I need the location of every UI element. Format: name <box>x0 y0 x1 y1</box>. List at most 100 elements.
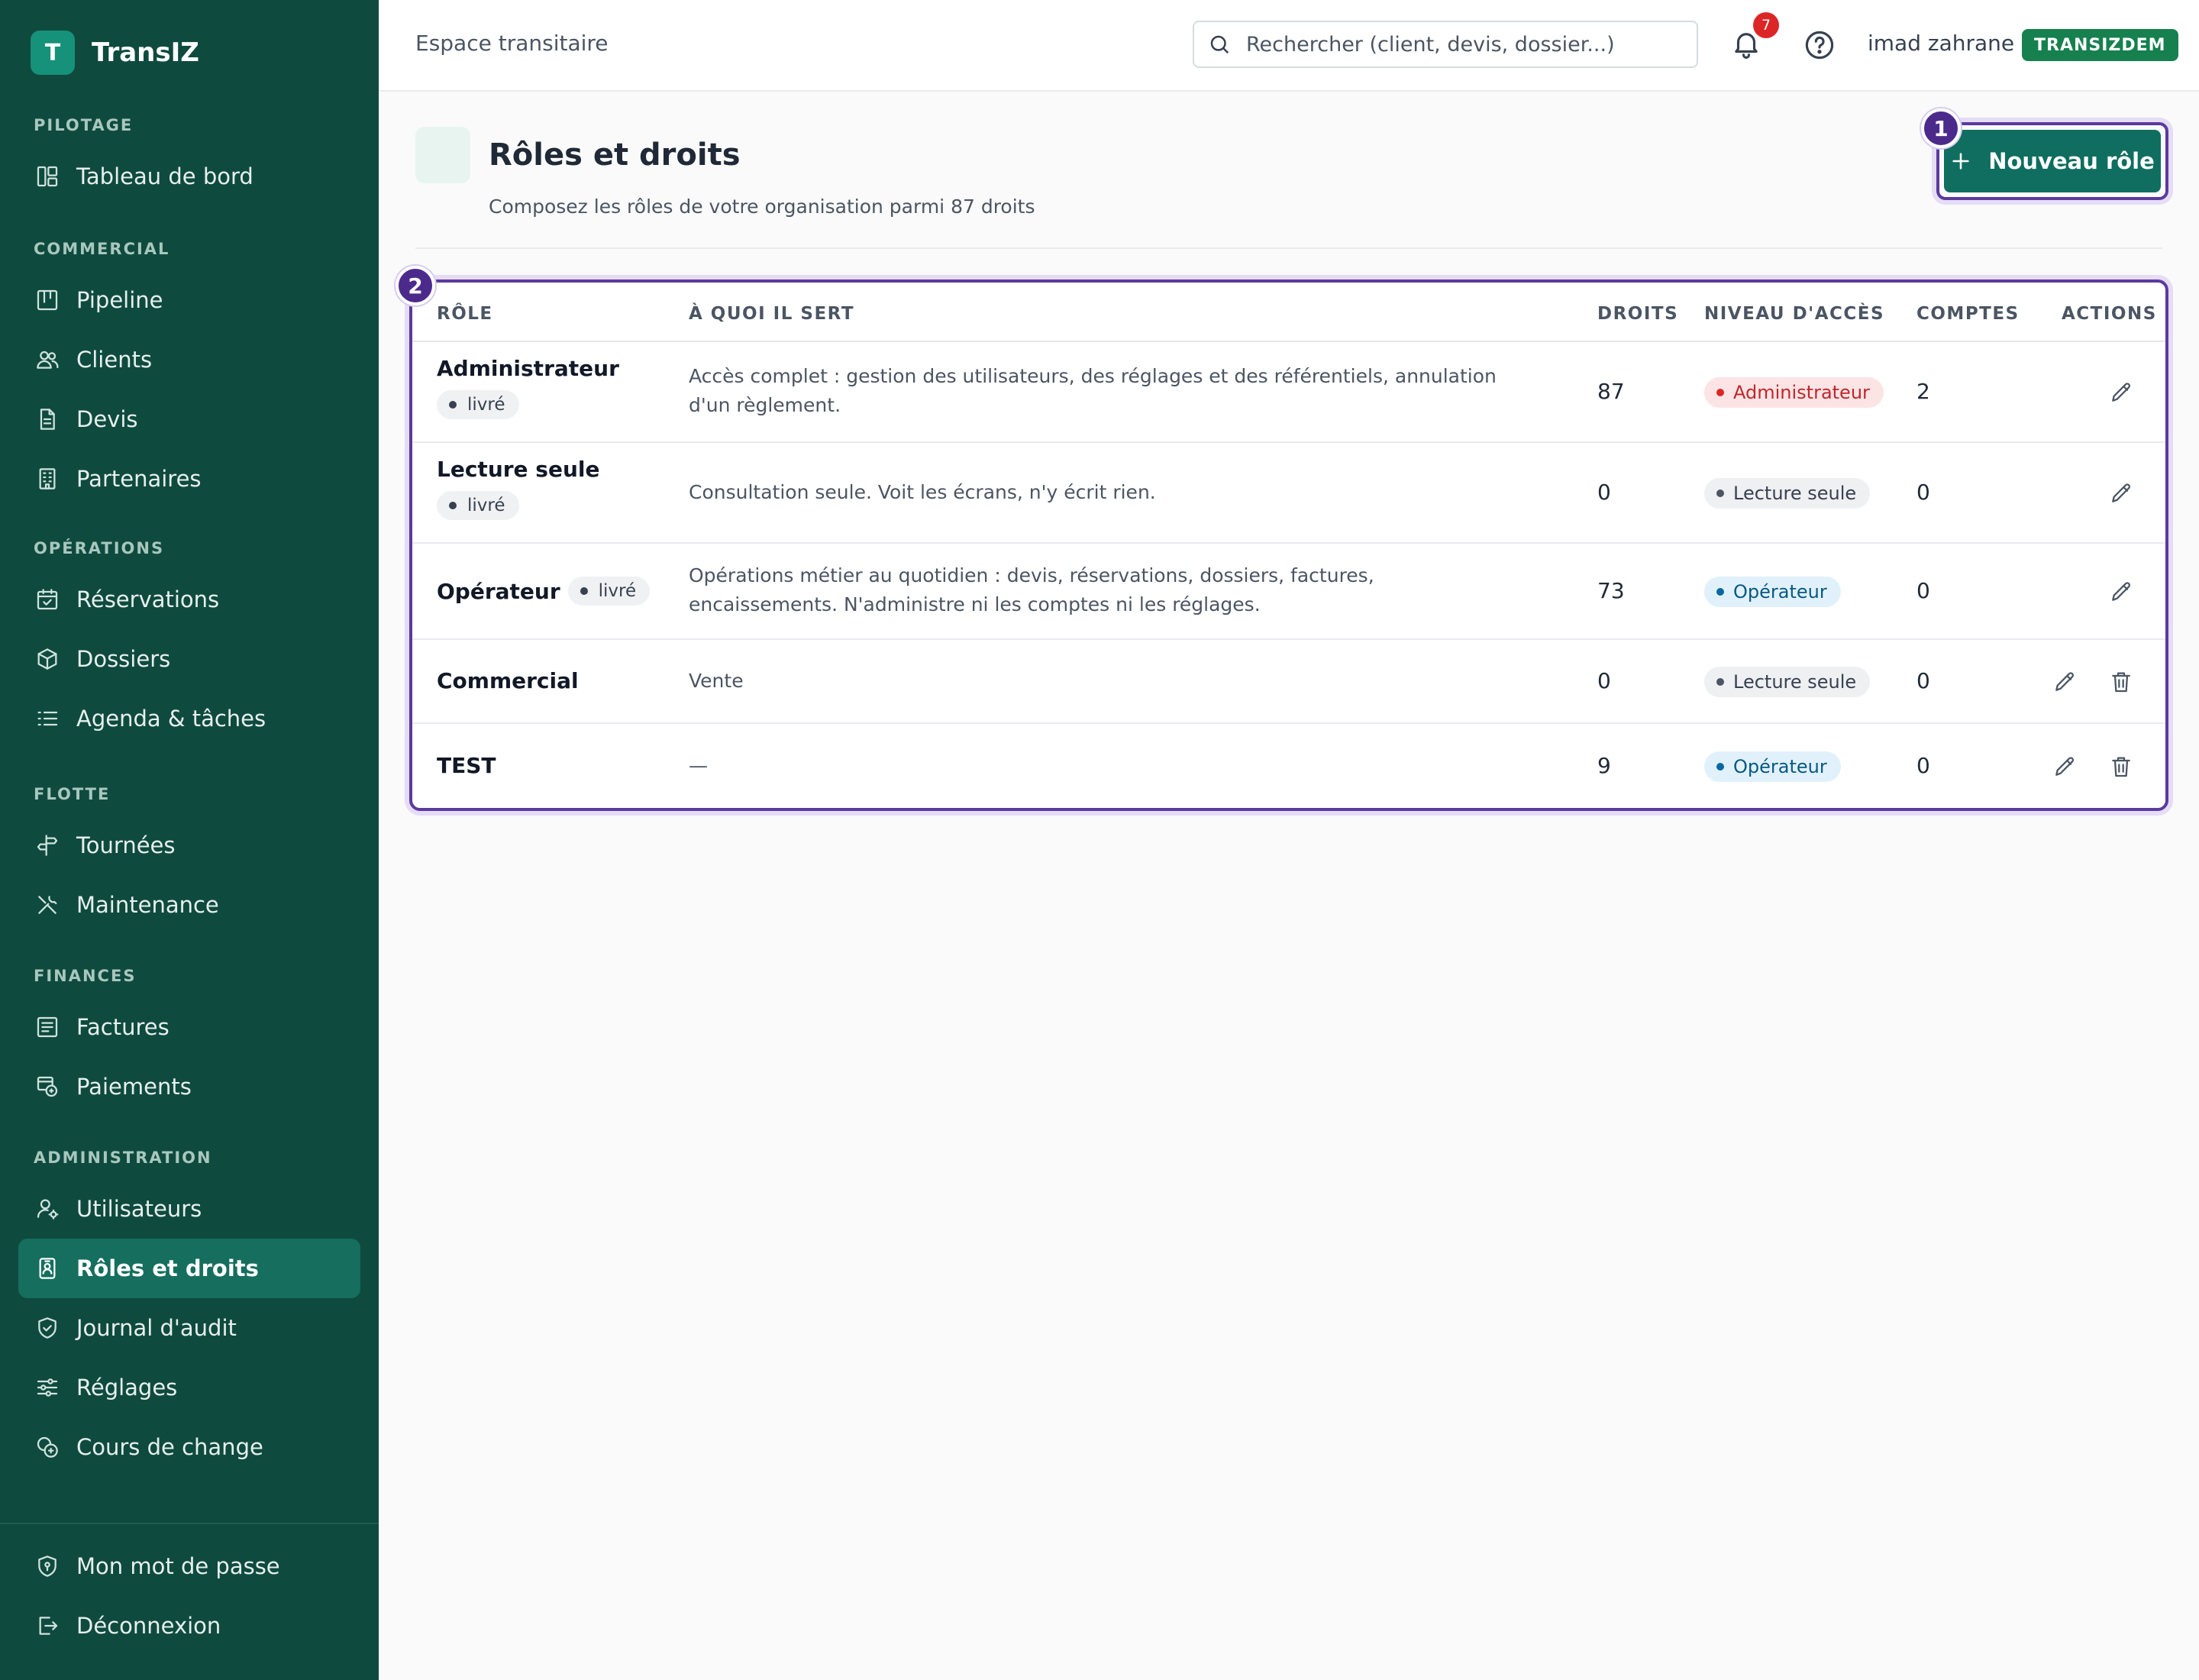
table-row: Opérateur livré Opérations métier au quoti… <box>412 544 2165 640</box>
sidebar-item-label: Tournées <box>76 832 176 858</box>
sidebar-item-reglages[interactable]: Réglages <box>18 1358 360 1417</box>
role-name: Opérateur <box>437 578 560 604</box>
help-icon[interactable] <box>1803 29 1836 61</box>
access-level-cell: Opérateur <box>1704 577 1841 607</box>
column-header-actions: ACTIONS <box>2062 304 2157 324</box>
sidebar-item-label: Clients <box>76 347 153 373</box>
sidebar-item-factures[interactable]: Factures <box>18 997 360 1057</box>
sidebar-item-roles-et-droits[interactable]: Rôles et droits <box>18 1239 360 1298</box>
sidebar-item-label: Réglages <box>76 1375 178 1401</box>
rights-count: 9 <box>1597 753 1611 778</box>
sidebar-item-label: Maintenance <box>76 892 219 918</box>
sidebar-item-reservations[interactable]: Réservations <box>18 570 360 629</box>
access-level-label: Opérateur <box>1733 581 1827 603</box>
sidebar-item-pipeline[interactable]: Pipeline <box>18 270 360 330</box>
edit-icon[interactable] <box>2109 380 2133 405</box>
column-header-access-level: NIVEAU D'ACCÈS <box>1704 304 1885 324</box>
sidebar-item-mon-mot-de-passe[interactable]: Mon mot de passe <box>18 1536 360 1596</box>
new-role-highlight: Nouveau rôle <box>1936 122 2168 200</box>
brand-logo: T <box>31 31 75 75</box>
sidebar-item-agenda-taches[interactable]: Agenda & tâches <box>18 689 360 748</box>
edit-icon[interactable] <box>2109 580 2133 604</box>
sidebar-item-deconnexion[interactable]: Déconnexion <box>18 1596 360 1656</box>
access-level-badge: Opérateur <box>1704 577 1841 607</box>
sidebar-item-label: Utilisateurs <box>76 1196 202 1222</box>
section-title-finances: FINANCES <box>34 967 137 985</box>
new-role-button[interactable]: Nouveau rôle <box>1944 130 2161 192</box>
notification-count-badge: 7 <box>1753 12 1779 38</box>
access-level-label: Administrateur <box>1733 382 1870 403</box>
brand-name: TransIZ <box>92 37 199 68</box>
access-level-badge: Lecture seule <box>1704 667 1871 697</box>
sidebar-item-label: Déconnexion <box>76 1613 221 1639</box>
role-cell: Administrateur livré <box>437 356 619 419</box>
delete-icon[interactable] <box>2109 754 2133 779</box>
sidebar-item-label: Factures <box>76 1014 170 1040</box>
column-header-purpose: À QUOI IL SERT <box>689 304 855 324</box>
sidebar-item-paiements[interactable]: Paiements <box>18 1057 360 1116</box>
sidebar-item-label: Réservations <box>76 586 220 612</box>
edit-icon[interactable] <box>2052 670 2077 694</box>
sidebar-item-journal-d-audit[interactable]: Journal d'audit <box>18 1298 360 1358</box>
accounts-count: 0 <box>1916 753 1930 778</box>
roles-table: RÔLE À QUOI IL SERT DROITS NIVEAU D'ACCÈ… <box>409 279 2168 811</box>
invoice-icon <box>35 1015 60 1039</box>
access-level-cell: Opérateur <box>1704 751 1841 782</box>
sidebar-item-partenaires[interactable]: Partenaires <box>18 449 360 509</box>
coins-icon <box>35 1435 60 1459</box>
section-title-oprations: OPÉRATIONS <box>34 539 165 557</box>
sidebar-item-utilisateurs[interactable]: Utilisateurs <box>18 1179 360 1239</box>
sidebar-item-tournees[interactable]: Tournées <box>18 816 360 875</box>
accounts-count: 2 <box>1916 379 1930 404</box>
table-row: TEST — 9 Opérateur 0 <box>412 724 2165 808</box>
rights-count: 0 <box>1597 668 1611 693</box>
edit-icon[interactable] <box>2109 481 2133 506</box>
calendar-check-icon <box>35 587 60 612</box>
sidebar-item-label: Mon mot de passe <box>76 1553 280 1579</box>
role-description: Consultation seule. Voit les écrans, n'y… <box>689 481 1156 503</box>
sidebar-item-cours-de-change[interactable]: Cours de change <box>18 1417 360 1477</box>
payment-icon <box>35 1074 60 1099</box>
access-level-cell: Administrateur <box>1704 377 1884 408</box>
access-level-badge: Opérateur <box>1704 751 1841 782</box>
sidebar: T TransIZ PILOTAGE Tableau de bord COMMERC… <box>0 0 379 1680</box>
sidebar-item-dossiers[interactable]: Dossiers <box>18 629 360 689</box>
table-row: Commercial Vente 0 Lecture seule 0 <box>412 640 2165 724</box>
sidebar-item-label: Devis <box>76 406 138 432</box>
section-title-commercial: COMMERCIAL <box>34 240 170 258</box>
organization-badge: TRANSIZDEM <box>2022 29 2178 61</box>
user-name[interactable]: imad zahrane <box>1868 31 2014 56</box>
delivered-tag: livré <box>567 577 651 606</box>
column-header-accounts: COMPTES <box>1916 304 2020 324</box>
sidebar-item-label: Rôles et droits <box>76 1255 259 1281</box>
sidebar-item-devis[interactable]: Devis <box>18 389 360 449</box>
brand[interactable]: T TransIZ <box>31 31 199 75</box>
delivered-tag: livré <box>437 390 519 419</box>
sidebar-item-label: Agenda & tâches <box>76 706 266 732</box>
page-subtitle: Composez les rôles de votre organisation… <box>489 195 1035 218</box>
sidebar-item-maintenance[interactable]: Maintenance <box>18 875 360 935</box>
sidebar-divider <box>0 1523 379 1524</box>
sidebar-item-tableau-de-bord[interactable]: Tableau de bord <box>18 147 360 206</box>
access-level-label: Opérateur <box>1733 756 1827 777</box>
sidebar-item-clients[interactable]: Clients <box>18 330 360 389</box>
access-level-cell: Lecture seule <box>1704 667 1871 697</box>
document-icon <box>35 407 60 431</box>
delete-icon[interactable] <box>2109 670 2133 694</box>
rights-count: 0 <box>1597 480 1611 505</box>
role-cell: TEST <box>437 753 496 778</box>
edit-icon[interactable] <box>2052 754 2077 779</box>
role-cell: Lecture seule livré <box>437 457 599 520</box>
users-icon <box>35 347 60 372</box>
role-description: Opérations métier au quotidien : devis, … <box>689 564 1374 615</box>
section-title-pilotage: PILOTAGE <box>34 116 134 134</box>
role-description: Accès complet : gestion des utilisateurs… <box>689 365 1497 416</box>
topbar: Espace transitaire 7 imad zahrane TRANSI… <box>379 0 2199 92</box>
tag-label: livré <box>598 581 637 601</box>
search-box[interactable] <box>1193 21 1698 68</box>
role-name: TEST <box>437 753 496 778</box>
section-title-flotte: FLOTTE <box>34 785 111 803</box>
search-input[interactable] <box>1246 32 1674 57</box>
search-icon <box>1208 33 1231 56</box>
role-cell: Commercial <box>437 668 579 693</box>
